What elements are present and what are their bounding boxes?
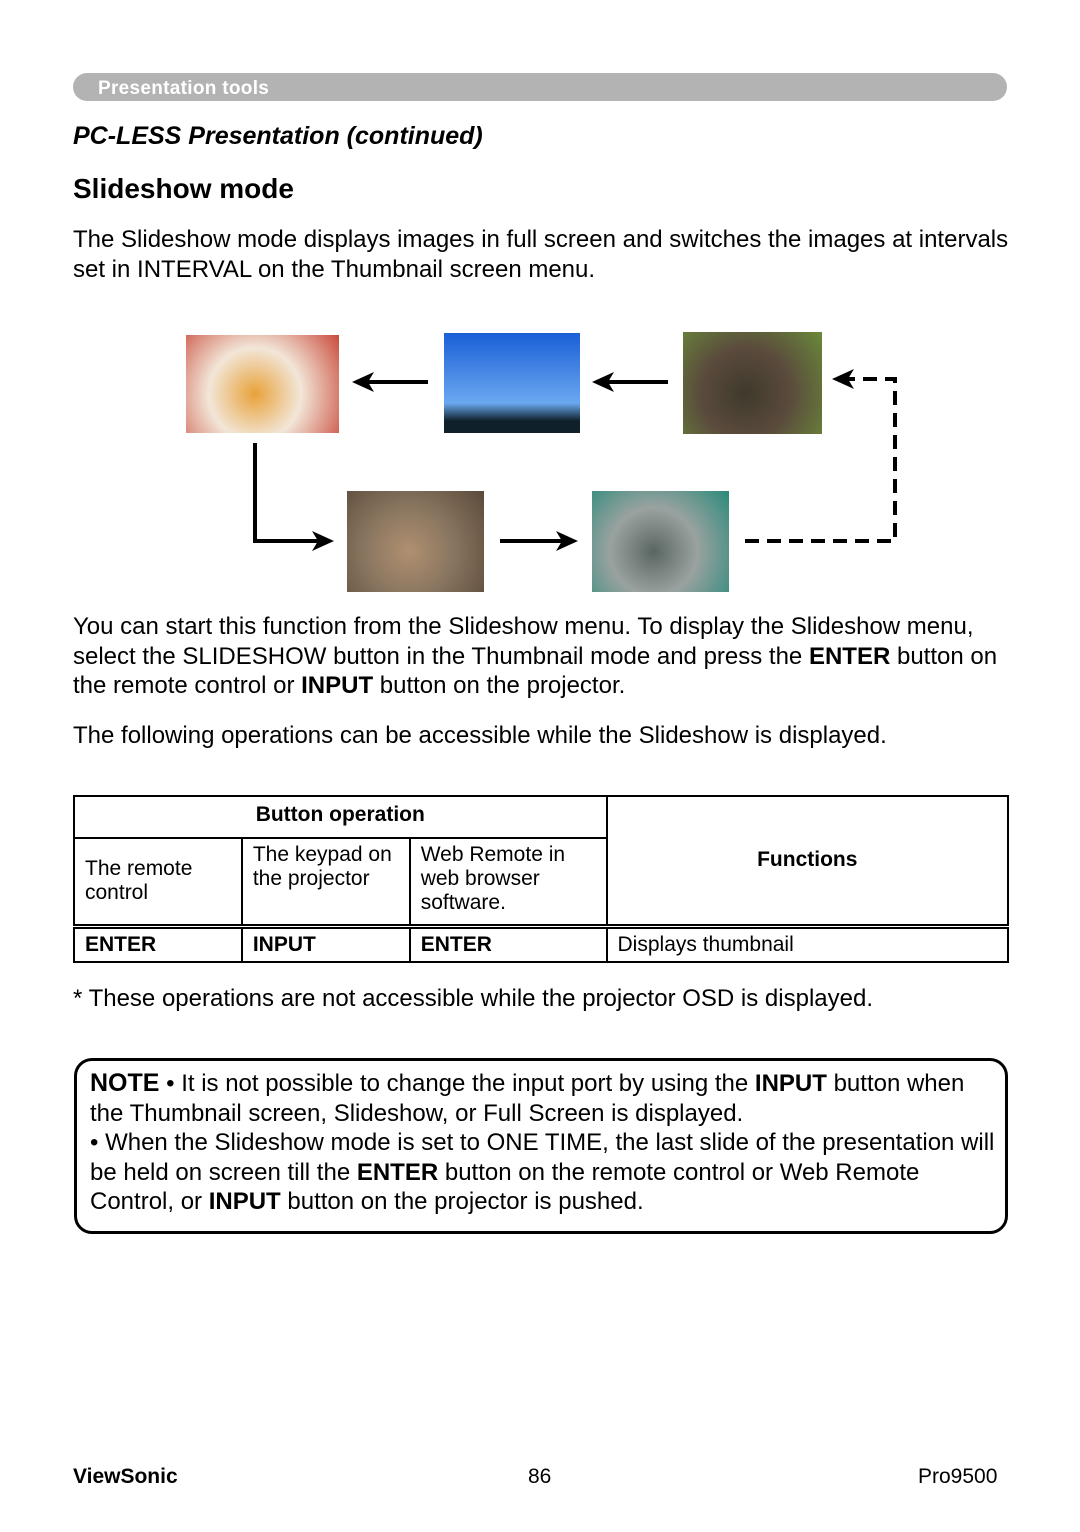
- dashed-arrow-penguins-to-panda: [745, 369, 897, 543]
- keypad-cell: INPUT: [240, 925, 411, 963]
- arrow-sky-to-food: [352, 372, 428, 392]
- page-number: 86: [528, 1465, 552, 1488]
- table-row: ENTER INPUT ENTER Displays thumbnail: [73, 925, 1010, 963]
- functions-header: Functions: [605, 795, 1010, 927]
- arrow-panda-to-sky: [592, 372, 668, 392]
- arrow-food-to-lion: [253, 443, 334, 551]
- arrow-lion-to-penguins: [500, 531, 578, 551]
- web-cell: ENTER: [408, 925, 608, 963]
- web-remote-header: Web Remote in web browser software.: [408, 837, 608, 927]
- start-instructions-paragraph: You can start this function from the Sli…: [73, 613, 998, 699]
- remote-cell: ENTER: [73, 925, 243, 963]
- footer-model: Pro9500: [918, 1465, 998, 1488]
- note-bullet-1: NOTE • It is not possible to change the …: [90, 1069, 965, 1127]
- note-box: NOTE • It is not possible to change the …: [74, 1058, 1008, 1234]
- input-keyword: INPUT: [301, 672, 374, 699]
- button-operation-header: Button operation: [73, 795, 608, 839]
- slideshow-diagram: [0, 0, 1080, 620]
- function-cell: Displays thumbnail: [605, 925, 1010, 963]
- operations-intro-paragraph: The following operations can be accessib…: [73, 722, 887, 749]
- remote-control-header: The remote control: [73, 837, 243, 927]
- keypad-header: The keypad on the projector: [240, 837, 411, 927]
- enter-keyword: ENTER: [808, 642, 891, 670]
- operations-table: Button operation Functions The remote co…: [73, 795, 1010, 963]
- diagram-arrows: [253, 369, 897, 551]
- note-bullet-2: • When the Slideshow mode is set to ONE …: [90, 1129, 995, 1215]
- footer-brand: ViewSonic: [73, 1465, 178, 1488]
- note-label: NOTE: [90, 1069, 160, 1097]
- footnote: * These operations are not accessible wh…: [73, 985, 873, 1012]
